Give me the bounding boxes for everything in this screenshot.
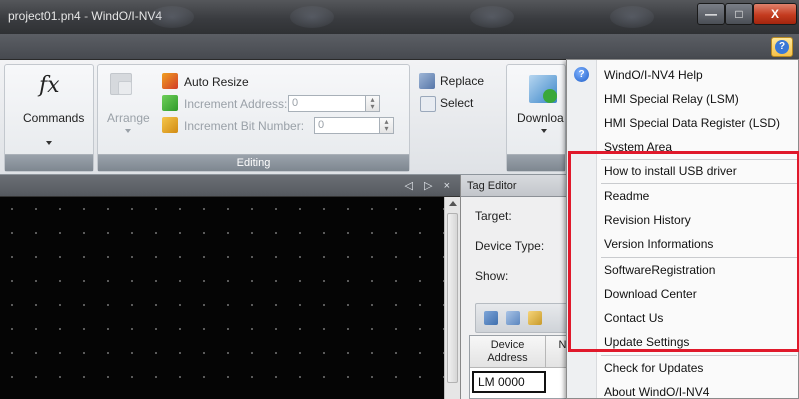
- menu-item-install-usb-driver[interactable]: How to install USB driver: [597, 159, 799, 183]
- minimize-button[interactable]: —: [697, 3, 725, 25]
- transfer-group: Downloa: [506, 64, 566, 172]
- replace-button[interactable]: Replace: [440, 74, 484, 88]
- download-button[interactable]: Downloa: [517, 111, 564, 125]
- title-file: project01.pn4: [8, 9, 81, 23]
- arrange-button[interactable]: Arrange: [107, 111, 150, 125]
- increment-address-label: Increment Address:: [184, 97, 288, 111]
- chevron-down-icon: [541, 129, 547, 133]
- title-separator: -: [80, 9, 92, 23]
- increment-bit-icon: [162, 117, 178, 133]
- stepper-arrows-icon[interactable]: ▴ ▾: [365, 96, 379, 111]
- menu-item-about[interactable]: About WindO/I-NV4: [597, 380, 799, 399]
- screen-editor-header: ◁ ▷ ×: [0, 175, 460, 197]
- help-icon: ?: [775, 40, 789, 54]
- increment-bit-value: 0: [318, 119, 325, 131]
- titlebar-glow: [470, 6, 514, 28]
- cut-icon[interactable]: [484, 311, 498, 325]
- close-button[interactable]: X: [753, 3, 797, 25]
- help-dropdown-menu: ? WindO/I-NV4 Help HMI Special Relay (LS…: [566, 59, 799, 399]
- download-arrow-icon: [543, 89, 557, 103]
- menu-icon-gutter: [567, 60, 597, 398]
- commands-group-footer: [5, 154, 93, 171]
- select-cursor-icon: [420, 96, 436, 112]
- increment-address-stepper[interactable]: 0 ▴ ▾: [288, 95, 380, 112]
- close-icon: X: [770, 7, 779, 21]
- show-label: Show:: [475, 269, 509, 283]
- editing-group-label: Editing: [98, 154, 409, 171]
- column-header-device-address[interactable]: Device Address: [470, 336, 546, 368]
- replace-icon: [419, 73, 435, 89]
- app-window: project01.pn4 - WindO/I-NV4 — □ X ? fx C…: [0, 0, 799, 399]
- tag-editor-title: Tag Editor: [467, 180, 517, 192]
- commands-group: fx Commands: [4, 64, 94, 172]
- menu-item-software-registration[interactable]: SoftwareRegistration: [597, 258, 799, 282]
- increment-address-icon: [162, 95, 178, 111]
- menu-item-update-settings[interactable]: Update Settings: [597, 330, 799, 354]
- vertical-scrollbar[interactable]: [444, 197, 460, 399]
- editing-group: Editing Arrange Auto Resize Increment Ad…: [97, 64, 435, 172]
- select-button[interactable]: Select: [440, 96, 473, 110]
- menu-item-contact-us[interactable]: Contact Us: [597, 306, 799, 330]
- target-label: Target:: [475, 209, 512, 223]
- fx-icon: fx: [39, 73, 60, 98]
- copy-icon[interactable]: [506, 311, 520, 325]
- transfer-group-footer: [507, 154, 565, 171]
- menu-item-help[interactable]: WindO/I-NV4 Help: [597, 63, 799, 87]
- scroll-up-icon[interactable]: [449, 201, 457, 206]
- stepper-arrows-icon[interactable]: ▴ ▾: [379, 118, 393, 133]
- commands-button[interactable]: Commands: [23, 111, 84, 125]
- help-menu-button[interactable]: ?: [771, 37, 793, 57]
- minimize-icon: —: [705, 7, 717, 21]
- menu-item-system-area[interactable]: System Area: [597, 135, 799, 159]
- auto-resize-icon: [162, 73, 178, 89]
- table-cell-address[interactable]: LM 0000: [472, 371, 546, 393]
- titlebar-glow: [150, 6, 194, 28]
- screen-editor-canvas[interactable]: [0, 197, 444, 399]
- increment-address-value: 0: [292, 97, 299, 109]
- auto-resize-button[interactable]: Auto Resize: [184, 75, 249, 89]
- panel-nav-controls[interactable]: ◁ ▷ ×: [405, 179, 454, 192]
- device-type-label: Device Type:: [475, 239, 545, 253]
- titlebar-glow: [610, 6, 654, 28]
- menu-item-readme[interactable]: Readme: [597, 184, 799, 208]
- menu-item-version-informations[interactable]: Version Informations: [597, 232, 799, 256]
- increment-bit-label: Increment Bit Number:: [184, 119, 305, 133]
- scroll-thumb[interactable]: [447, 213, 458, 383]
- maximize-button[interactable]: □: [725, 3, 753, 25]
- menu-item-special-relay[interactable]: HMI Special Relay (LSM): [597, 87, 799, 111]
- maximize-icon: □: [735, 7, 743, 21]
- chevron-down-icon: [46, 141, 52, 145]
- title-bar: project01.pn4 - WindO/I-NV4 — □ X: [0, 0, 799, 34]
- menu-item-revision-history[interactable]: Revision History: [597, 208, 799, 232]
- menu-item-download-center[interactable]: Download Center: [597, 282, 799, 306]
- increment-bit-stepper[interactable]: 0 ▴ ▾: [314, 117, 394, 134]
- help-icon: ?: [574, 67, 589, 82]
- ribbon-tab-strip: ?: [0, 34, 799, 60]
- menu-item-special-data-register[interactable]: HMI Special Data Register (LSD): [597, 111, 799, 135]
- titlebar-glow: [290, 6, 334, 28]
- menu-item-check-for-updates[interactable]: Check for Updates: [597, 356, 799, 380]
- window-title: project01.pn4 - WindO/I-NV4: [8, 9, 162, 23]
- arrange-icon-overlay: [118, 81, 132, 95]
- paste-icon[interactable]: [528, 311, 542, 325]
- tag-table: Device Address N LM 0000: [469, 335, 580, 399]
- chevron-down-icon: [125, 129, 131, 133]
